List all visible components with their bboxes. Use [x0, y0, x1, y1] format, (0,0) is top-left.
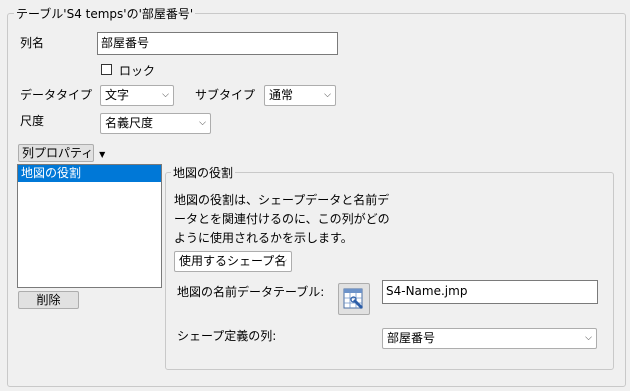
shape-usage-value: 使用するシェープ名 [179, 254, 287, 268]
column-properties-label: 列プロパティ [22, 146, 94, 160]
chevron-down-icon: ⌵ [585, 333, 592, 343]
delete-button[interactable]: 削除 [18, 291, 79, 309]
shape-column-value: 部屋番号 [387, 331, 436, 345]
data-type-value: 文字 [105, 88, 130, 102]
map-role-description-2: ータとを関連付けるのに、この列がどの [174, 212, 390, 226]
lock-checkbox[interactable] [101, 64, 112, 75]
chevron-down-icon: ⌵ [280, 256, 287, 266]
chevron-down-icon: ⌵ [162, 90, 169, 100]
lock-label: ロック [119, 64, 156, 78]
property-list[interactable]: 地図の役割 [17, 164, 162, 288]
map-role-description-3: ように使用されるかを示します。 [174, 231, 353, 245]
scale-value: 名義尺度 [105, 116, 154, 130]
subtype-value: 通常 [269, 88, 294, 102]
data-table-icon [343, 288, 363, 309]
shape-column-label: シェープ定義の列: [177, 329, 277, 343]
map-name-table-label: 地図の名前データテーブル: [177, 285, 325, 299]
shape-column-select[interactable]: 部屋番号 ⌵ [382, 328, 597, 349]
scale-label: 尺度 [20, 114, 45, 128]
map-role-legend: 地図の役割 [171, 164, 236, 181]
column-name-input[interactable]: 部屋番号 [97, 32, 338, 55]
map-role-description-1: 地図の役割は、シェープデータと名前デ [174, 193, 390, 207]
list-item-map-role[interactable]: 地図の役割 [18, 165, 161, 182]
column-properties-button[interactable]: 列プロパティ ▼ [18, 144, 105, 162]
map-name-table-input[interactable]: S4-Name.jmp [382, 280, 598, 304]
scale-select[interactable]: 名義尺度 ⌵ [100, 113, 211, 134]
data-type-label: データタイプ [20, 88, 93, 102]
column-info-legend: テーブル'S4 temps'の'部屋番号' [14, 5, 196, 22]
chevron-down-icon: ⌵ [324, 90, 331, 100]
table-picker-button[interactable] [338, 283, 370, 315]
caret-down-icon: ▼ [99, 150, 106, 159]
shape-usage-select[interactable]: 使用するシェープ名 ⌵ [174, 251, 292, 272]
subtype-label: サブタイプ [195, 88, 256, 102]
column-name-label: 列名 [20, 36, 45, 50]
chevron-down-icon: ⌵ [199, 118, 206, 128]
data-type-select[interactable]: 文字 ⌵ [100, 85, 174, 106]
subtype-select[interactable]: 通常 ⌵ [264, 85, 336, 106]
